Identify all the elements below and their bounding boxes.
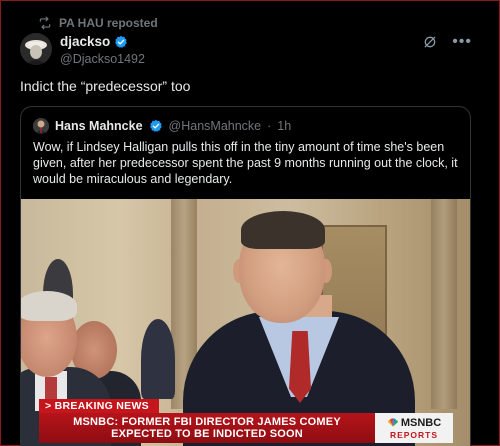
author-avatar[interactable] <box>20 33 52 65</box>
author-handle[interactable]: @Djackso1492 <box>60 52 145 66</box>
news-banner: MSNBC: FORMER FBI DIRECTOR JAMES COMEY E… <box>39 413 375 443</box>
repost-label: PA HAU reposted <box>59 16 158 30</box>
network-logo-box: MSNBC REPORTS <box>375 413 453 443</box>
media-person-hair <box>241 211 325 249</box>
news-banner-line-2: EXPECTED TO BE INDICTED SOON <box>111 428 303 440</box>
author-info: djackso @Djackso1492 <box>60 34 145 66</box>
repost-indicator[interactable]: PA HAU reposted <box>38 16 158 30</box>
quoted-avatar-image <box>33 118 49 134</box>
network-subtitle: REPORTS <box>389 429 439 440</box>
quoted-post-header: Hans Mahncke @HansMahncke · 1h <box>33 118 291 134</box>
network-name: MSNBC <box>400 416 442 429</box>
repost-icon <box>39 16 51 30</box>
quoted-author-name[interactable]: Hans Mahncke <box>55 119 143 133</box>
breaking-news-tag: > BREAKING NEWS <box>39 399 159 413</box>
quoted-author-handle[interactable]: @HansMahncke <box>169 119 262 133</box>
news-banner-line-1: MSNBC: FORMER FBI DIRECTOR JAMES COMEY <box>73 416 341 428</box>
quoted-author-avatar[interactable] <box>33 118 49 134</box>
quoted-verified-badge-icon <box>149 119 162 132</box>
background-person <box>141 319 175 399</box>
verified-badge-icon <box>115 35 128 48</box>
quoted-post-text: Wow, if Lindsey Halligan pulls this off … <box>33 140 458 186</box>
media-background-pillar <box>431 199 457 409</box>
post-text: Indict the “predecessor” too <box>20 78 191 94</box>
peacock-icon <box>387 418 398 427</box>
author-name[interactable]: djackso <box>60 34 110 49</box>
timestamp-separator: · <box>267 119 272 133</box>
post-actions: ••• <box>422 34 472 50</box>
quoted-post[interactable]: Hans Mahncke @HansMahncke · 1h Wow, if L… <box>20 106 471 446</box>
grok-icon[interactable] <box>422 34 438 50</box>
more-icon[interactable]: ••• <box>452 34 472 50</box>
quoted-timestamp[interactable]: 1h <box>277 119 291 133</box>
media-side-person-hair <box>21 291 77 321</box>
network-logo: MSNBC <box>387 417 441 429</box>
avatar-image <box>20 33 52 65</box>
media-person-tie <box>289 331 311 403</box>
quoted-media-image[interactable]: > BREAKING NEWS MSNBC: FORMER FBI DIRECT… <box>21 199 470 446</box>
